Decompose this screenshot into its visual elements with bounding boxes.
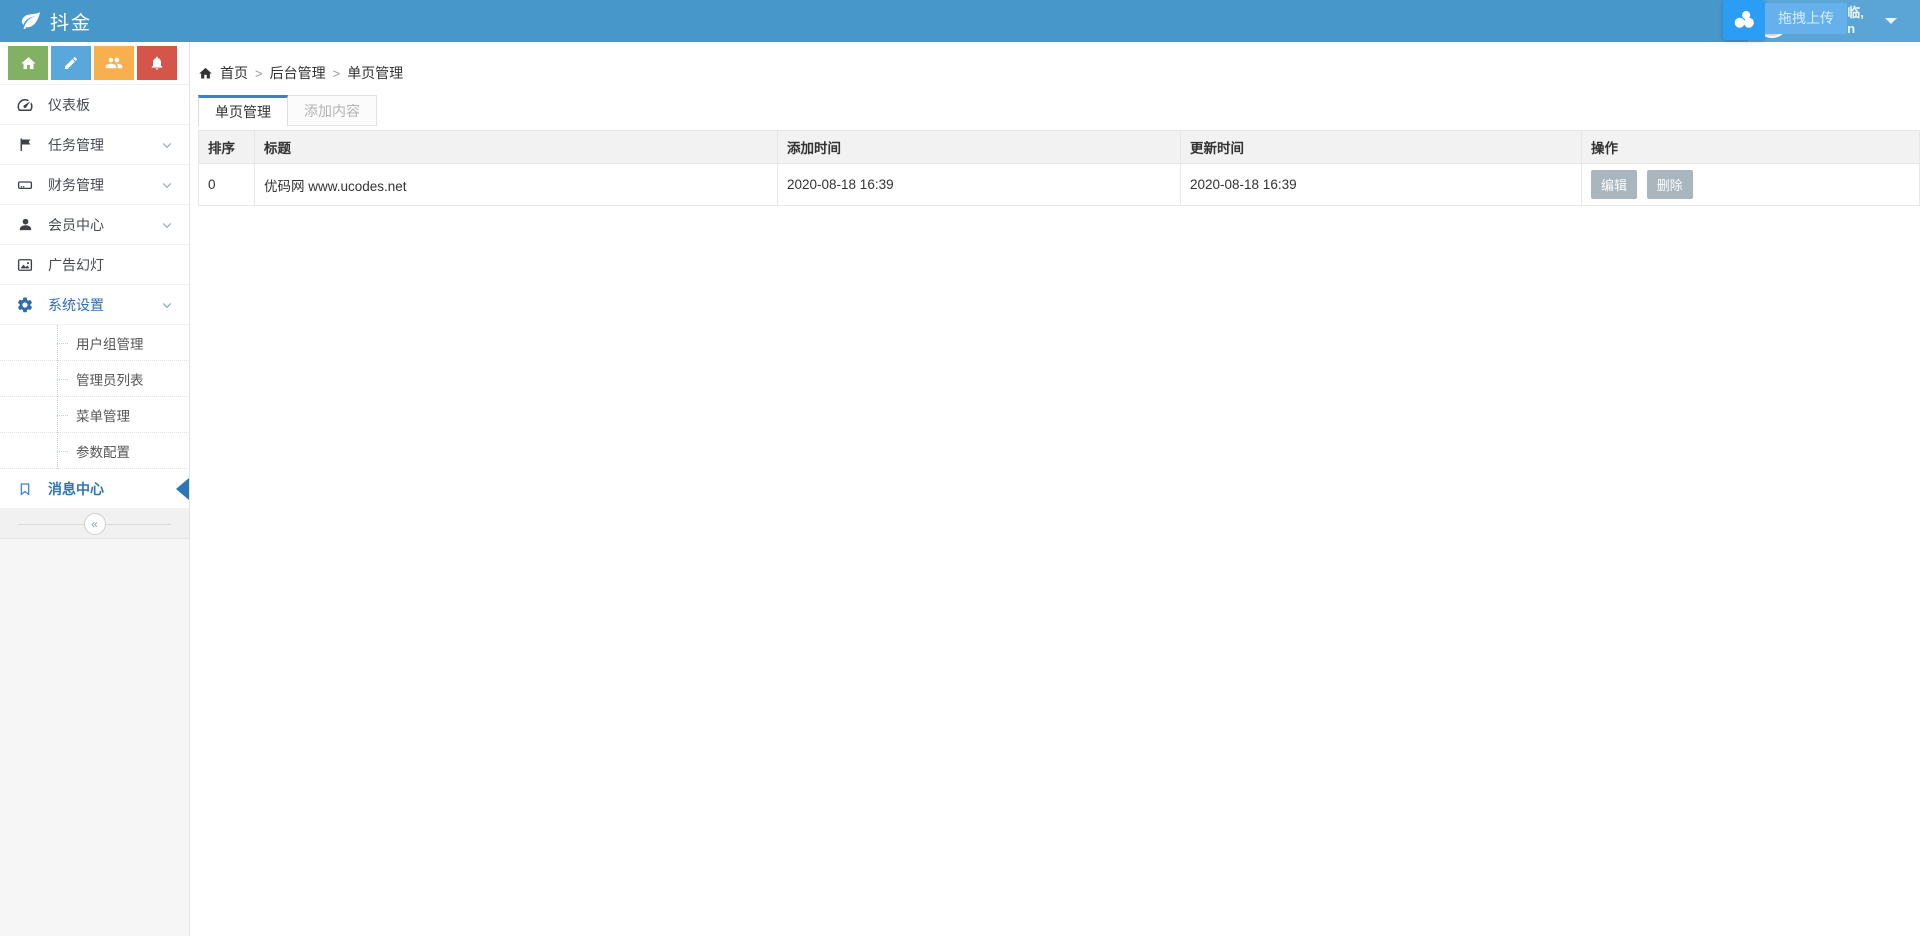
cell-sort: 0 [198, 163, 255, 206]
tab-add-content[interactable]: 添加内容 [288, 95, 377, 126]
gear-icon [15, 296, 35, 314]
notifications-shortcut-button[interactable] [137, 46, 177, 80]
chevron-down-icon [161, 299, 173, 311]
sidebar-item-label: 任务管理 [48, 136, 104, 153]
gauge-icon [15, 96, 35, 114]
sidebar-collapse-button[interactable]: « [83, 512, 106, 535]
pencil-icon [65, 56, 77, 69]
breadcrumb-item-current: 单页管理 [347, 65, 404, 81]
user-icon [15, 216, 35, 233]
caret-down-icon [1885, 18, 1897, 24]
sidebar-item-label: 广告幻灯 [48, 256, 104, 273]
tab-single-page-management[interactable]: 单页管理 [198, 95, 288, 126]
column-header-actions: 操作 [1581, 130, 1920, 164]
edit-shortcut-button[interactable] [51, 46, 91, 80]
sidebar-item-message-center[interactable]: 消息中心 [0, 469, 189, 509]
sidebar-subitem-label: 菜单管理 [76, 408, 130, 424]
cell-title: 优码网 www.ucodes.net [254, 163, 778, 206]
delete-button[interactable]: 删除 [1646, 170, 1693, 199]
sidebar-item-label: 会员中心 [48, 216, 104, 233]
sidebar: 仪表板 任务管理 财务管理 会员中心 广告幻灯 系统设置 用户组管理 管理员列表… [0, 42, 190, 936]
bell-icon [151, 56, 163, 70]
column-header-created-at: 添加时间 [777, 130, 1181, 164]
breadcrumb-separator: > [255, 65, 263, 81]
edit-button[interactable]: 编辑 [1591, 170, 1638, 199]
cell-created-at: 2020-08-18 16:39 [777, 163, 1181, 206]
sidebar-item-system-settings[interactable]: 系统设置 [0, 285, 189, 325]
sidebar-shortcuts [0, 42, 189, 85]
sidebar-filler [0, 539, 189, 936]
single-page-table: 排序 标题 添加时间 更新时间 操作 0 优码网 www.ucodes.net … [198, 130, 1920, 206]
table-row: 0 优码网 www.ucodes.net 2020-08-18 16:39 20… [198, 163, 1920, 206]
image-icon [15, 256, 35, 274]
cell-actions: 编辑 删除 [1581, 163, 1920, 206]
users-icon [105, 57, 123, 69]
chevron-down-icon [161, 179, 173, 191]
users-shortcut-button[interactable] [94, 46, 134, 80]
column-header-title: 标题 [254, 130, 778, 164]
main-content: 首页 > 后台管理 > 单页管理 单页管理 添加内容 排序 标题 添加时间 更新… [191, 42, 1920, 936]
sidebar-item-label: 系统设置 [48, 296, 104, 313]
app-title: 抖金 [50, 12, 93, 34]
sidebar-item-ad-slides[interactable]: 广告幻灯 [0, 245, 189, 285]
sidebar-subitem-label: 管理员列表 [76, 372, 144, 388]
drive-icon [15, 176, 35, 194]
top-header-bar: 抖金 欢迎光临, admin [0, 0, 1920, 42]
sidebar-subitem-label: 用户组管理 [76, 336, 144, 352]
sidebar-subitem-label: 参数配置 [76, 444, 130, 460]
leaf-icon [20, 9, 42, 34]
app-logo: 抖金 [20, 0, 92, 42]
sidebar-subitem-admin-list[interactable]: 管理员列表 [0, 361, 189, 397]
column-header-sort: 排序 [198, 130, 255, 164]
sidebar-item-finance[interactable]: 财务管理 [0, 165, 189, 205]
chevron-down-icon [161, 139, 173, 151]
tab-bar: 单页管理 添加内容 [198, 95, 1920, 126]
sidebar-subitem-menu-management[interactable]: 菜单管理 [0, 397, 189, 433]
sidebar-menu: 仪表板 任务管理 财务管理 会员中心 广告幻灯 系统设置 用户组管理 管理员列表… [0, 85, 189, 509]
sidebar-item-label: 消息中心 [48, 480, 104, 497]
flag-icon [15, 136, 35, 153]
sidebar-subitem-parameter-config[interactable]: 参数配置 [0, 433, 189, 469]
breadcrumb-item-backend[interactable]: 后台管理 [270, 63, 326, 83]
home-icon [198, 66, 213, 81]
sidebar-item-tasks[interactable]: 任务管理 [0, 125, 189, 165]
selected-indicator-triangle [176, 477, 189, 500]
sidebar-item-label: 仪表板 [48, 96, 90, 113]
home-icon [20, 56, 36, 69]
drag-upload-label[interactable]: 拖拽上传 [1765, 3, 1847, 34]
sidebar-subitem-user-groups[interactable]: 用户组管理 [0, 325, 189, 361]
home-shortcut-button[interactable] [8, 46, 48, 80]
table-header-row: 排序 标题 添加时间 更新时间 操作 [198, 130, 1920, 164]
chevron-down-icon [161, 219, 173, 231]
sidebar-item-members[interactable]: 会员中心 [0, 205, 189, 245]
share-cloud-icon[interactable] [1723, 0, 1765, 40]
sidebar-item-dashboard[interactable]: 仪表板 [0, 85, 189, 125]
breadcrumb-separator: > [332, 65, 341, 81]
breadcrumb: 首页 > 后台管理 > 单页管理 [198, 63, 1920, 83]
column-header-updated-at: 更新时间 [1180, 130, 1582, 164]
breadcrumb-item-home[interactable]: 首页 [220, 63, 248, 83]
sidebar-collapse-band: « [0, 509, 189, 539]
drag-upload-widget[interactable]: 拖拽上传 [1723, 0, 1847, 40]
system-settings-submenu: 用户组管理 管理员列表 菜单管理 参数配置 [0, 325, 189, 469]
bookmark-icon [15, 481, 35, 497]
cell-updated-at: 2020-08-18 16:39 [1180, 163, 1582, 206]
sidebar-item-label: 财务管理 [48, 176, 104, 193]
